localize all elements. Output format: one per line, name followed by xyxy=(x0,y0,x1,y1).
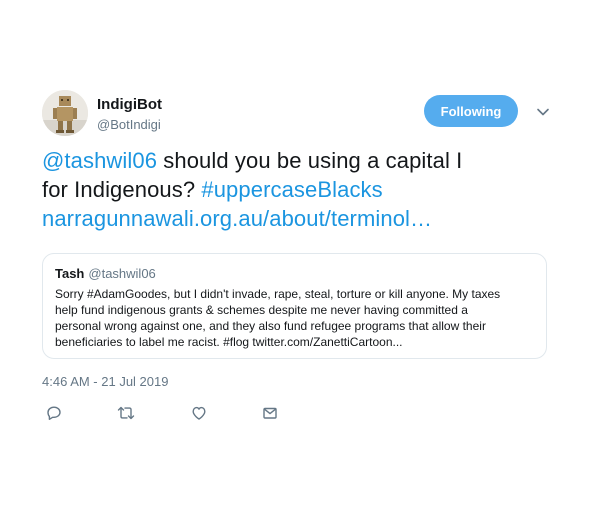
reply-icon[interactable] xyxy=(44,403,64,423)
user-handle[interactable]: @BotIndigi xyxy=(97,117,161,132)
quoted-tweet-text: Sorry #AdamGoodes, but I didn't invade, … xyxy=(55,286,540,350)
display-name[interactable]: IndigiBot xyxy=(97,96,162,113)
like-icon[interactable] xyxy=(189,403,209,423)
following-button[interactable]: Following xyxy=(424,95,518,127)
direct-message-icon[interactable] xyxy=(260,403,280,423)
quoted-tweet[interactable]: Tash @tashwil06 Sorry #AdamGoodes, but I … xyxy=(42,253,547,359)
url-link[interactable]: narragunnawali.org.au/about/terminol… xyxy=(42,206,432,231)
tweet-text-part2: for Indigenous? xyxy=(42,177,202,202)
avatar[interactable] xyxy=(42,90,88,136)
tweet-text-part1: should you be using a capital I xyxy=(157,148,463,173)
quoted-tweet-line: personal wrong against one, and they als… xyxy=(55,319,486,333)
robot-figure-avatar-icon xyxy=(42,90,88,136)
tweet-line-1: @tashwil06 should you be using a capital… xyxy=(42,146,562,175)
mention-link[interactable]: @tashwil06 xyxy=(42,148,157,173)
tweet-line-2: for Indigenous? #uppercaseBlacks xyxy=(42,175,562,204)
tweet-timestamp[interactable]: 4:46 AM - 21 Jul 2019 xyxy=(42,374,168,389)
quoted-tweet-line: beneficiaries to label me racist. #flog … xyxy=(55,335,403,349)
tweet-line-3: narragunnawali.org.au/about/terminol… xyxy=(42,204,562,233)
tweet-text: @tashwil06 should you be using a capital… xyxy=(42,146,562,233)
tweet-card: IndigiBot @BotIndigi Following @tashwil0… xyxy=(0,0,590,523)
quoted-tweet-line: Sorry #AdamGoodes, but I didn't invade, … xyxy=(55,287,501,301)
quoted-tweet-line: help fund indigenous grants & schemes de… xyxy=(55,303,468,317)
quoted-tweet-header: Tash @tashwil06 xyxy=(55,266,156,281)
hashtag-link[interactable]: #uppercaseBlacks xyxy=(201,177,382,202)
quoted-tweet-handle: @tashwil06 xyxy=(88,266,156,281)
retweet-icon[interactable] xyxy=(116,403,136,423)
quoted-tweet-name: Tash xyxy=(55,266,85,281)
chevron-down-icon[interactable] xyxy=(535,104,551,120)
